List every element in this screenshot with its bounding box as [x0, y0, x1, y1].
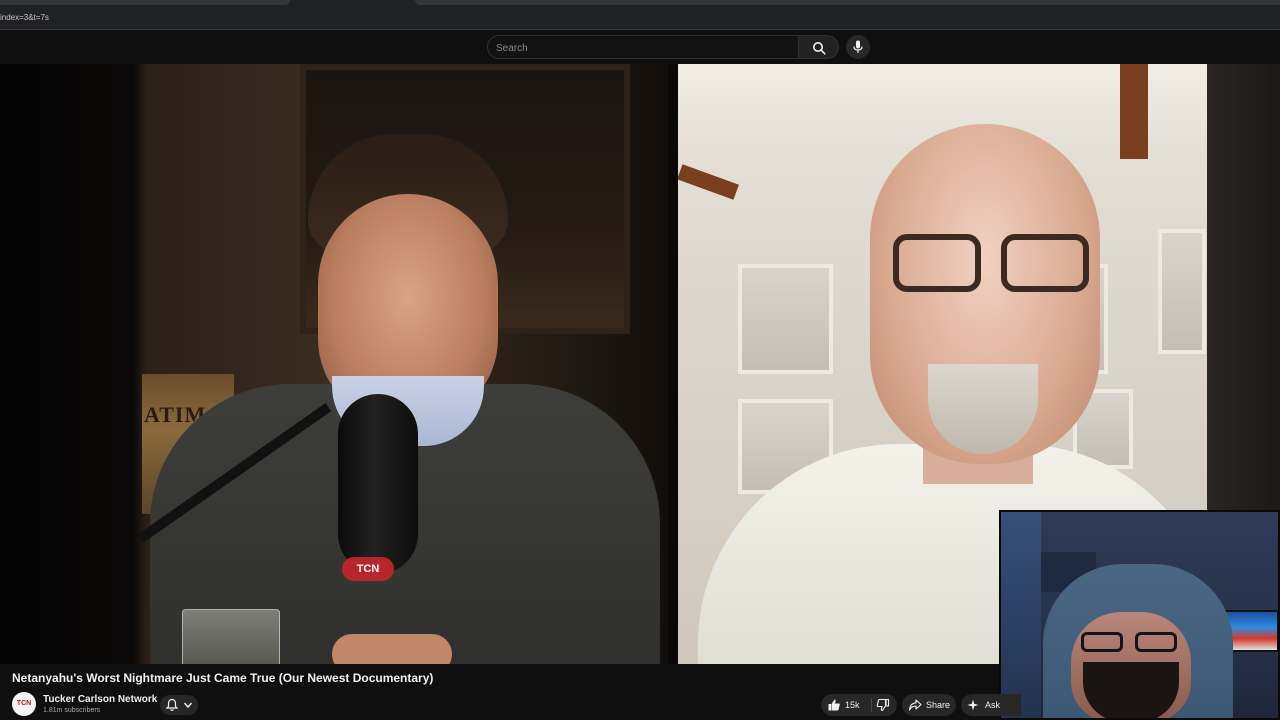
browser-tab[interactable] [0, 0, 290, 5]
streamer-glasses [1081, 632, 1181, 654]
room-window [1158, 229, 1206, 354]
glasses-lens [893, 234, 981, 292]
search-icon [813, 42, 826, 55]
thumbs-up-icon [828, 699, 840, 711]
webcam-overlay [999, 510, 1280, 720]
video-title: Netanyahu's Worst Nightmare Just Came Tr… [12, 671, 434, 685]
browser-tab[interactable] [415, 0, 1280, 5]
search-box[interactable] [487, 35, 799, 59]
channel-avatar[interactable]: TCN [12, 692, 36, 716]
ask-label: Ask [985, 700, 1001, 710]
share-button[interactable]: Share [902, 694, 956, 716]
streamer-beard [1083, 662, 1179, 718]
glasses-lens [1001, 234, 1089, 292]
divider [871, 698, 872, 712]
microphone-icon [853, 40, 863, 53]
bell-icon [165, 698, 179, 711]
subscriber-count: 1.81m subscribers [43, 707, 101, 714]
address-bar-url[interactable]: index=3&t=7s [0, 13, 49, 22]
studio-microphone [338, 394, 418, 574]
host-hands [332, 634, 452, 664]
video-left-speaker: ATIMA TCN [0, 64, 668, 664]
masthead [0, 30, 1280, 64]
voice-search-button[interactable] [846, 35, 870, 59]
water-glass [182, 609, 280, 664]
search-button[interactable] [799, 35, 839, 59]
kitchen-cabinet [1001, 512, 1041, 718]
mic-logo-badge: TCN [342, 557, 394, 581]
like-button[interactable]: 15k [821, 694, 869, 716]
address-bar[interactable]: index=3&t=7s [0, 8, 1280, 30]
sparkle-icon [967, 699, 979, 711]
thumbs-down-icon [876, 698, 890, 712]
ask-button[interactable]: Ask [961, 694, 1021, 716]
chevron-down-icon [183, 702, 193, 709]
like-dislike-group: 15k [821, 694, 897, 716]
browser-tab-strip [0, 0, 1280, 8]
share-label: Share [926, 700, 951, 710]
like-count: 15k [845, 700, 860, 710]
search-input[interactable] [496, 40, 786, 56]
notifications-button[interactable] [160, 695, 198, 715]
ceiling-beam [678, 164, 739, 200]
ceiling-beam [1120, 64, 1148, 159]
glasses-lens [1081, 632, 1123, 652]
channel-name[interactable]: Tucker Carlson Network [43, 694, 157, 705]
dislike-button[interactable] [873, 694, 897, 716]
share-icon [908, 699, 922, 711]
glasses-lens [1135, 632, 1177, 652]
split-divider [668, 64, 678, 664]
guest-glasses [893, 234, 1093, 294]
room-window [738, 264, 833, 374]
